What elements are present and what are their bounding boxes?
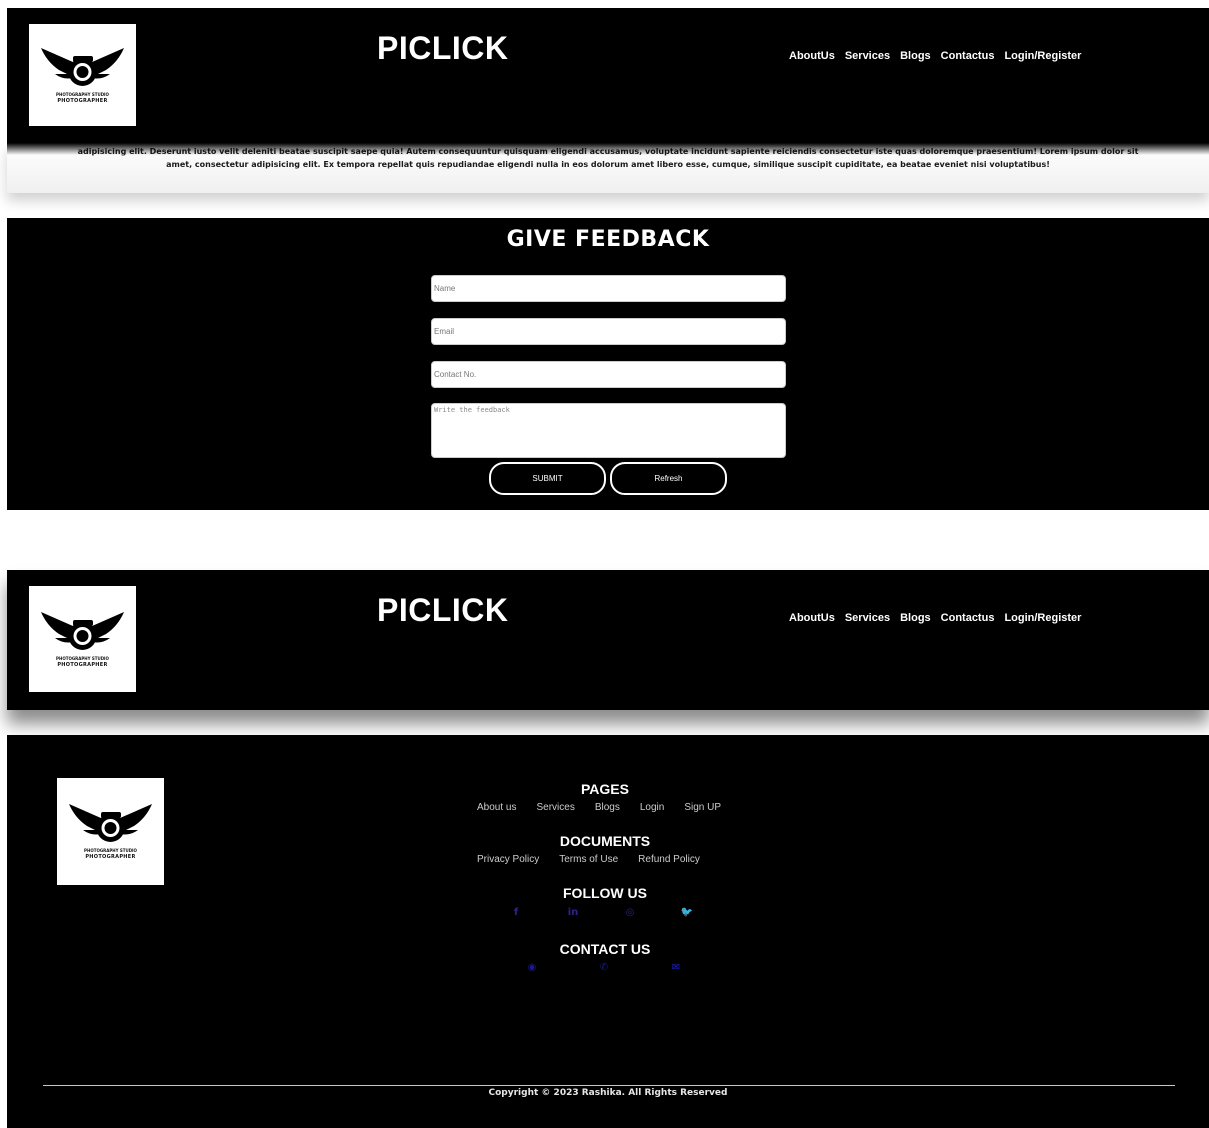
intro-text: adipisicing elit. Deserunt iusto velit d…: [7, 143, 1209, 193]
camera-wings-logo-icon: [41, 48, 124, 86]
logo-text: PHOTOGRAPHER: [85, 854, 136, 860]
nav-contactus[interactable]: Contactus: [941, 50, 995, 62]
instagram-icon[interactable]: ◎: [623, 906, 637, 920]
nav-blogs[interactable]: Blogs: [900, 50, 931, 62]
feedback-section: GIVE FEEDBACK SUBMIT Refresh: [7, 218, 1209, 510]
feedback-title: GIVE FEEDBACK: [506, 227, 710, 252]
follow-heading: FOLLOW US: [563, 885, 647, 901]
main-nav: AboutUs Services Blogs Contactus Login/R…: [789, 612, 1091, 624]
shadow-fade: [7, 143, 1209, 155]
camera-wings-logo-icon: [41, 612, 124, 650]
logo-text: PHOTOGRAPHER: [57, 98, 108, 104]
contact-input[interactable]: [431, 361, 786, 388]
footer-link-refund[interactable]: Refund Policy: [638, 854, 700, 865]
site-header-repeat: PHOTOGRAPHY STUDIO PHOTOGRAPHER PICLICK …: [7, 570, 1209, 710]
email-input[interactable]: [431, 318, 786, 345]
logo[interactable]: PHOTOGRAPHY STUDIO PHOTOGRAPHER: [29, 24, 136, 126]
intro-line-2: amet, consectetur adipisicing elit. Ex t…: [166, 160, 1050, 169]
feedback-textarea[interactable]: [431, 403, 786, 458]
nav-services[interactable]: Services: [845, 612, 890, 624]
facebook-icon[interactable]: f: [509, 906, 523, 920]
nav-login-register[interactable]: Login/Register: [1004, 50, 1081, 62]
site-header: PHOTOGRAPHY STUDIO PHOTOGRAPHER PICLICK …: [7, 8, 1209, 143]
footer-link-terms[interactable]: Terms of Use: [559, 854, 618, 865]
pages-links: About us Services Blogs Login Sign UP: [477, 802, 741, 813]
logo-text: PHOTOGRAPHER: [57, 662, 108, 668]
documents-links: Privacy Policy Terms of Use Refund Polic…: [477, 854, 720, 865]
logo[interactable]: PHOTOGRAPHY STUDIO PHOTOGRAPHER: [29, 586, 136, 692]
nav-services[interactable]: Services: [845, 50, 890, 62]
brand-title: PICLICK: [377, 592, 509, 628]
footer-divider: [43, 1085, 1175, 1086]
site-footer: PHOTOGRAPHY STUDIO PHOTOGRAPHER PAGES Ab…: [7, 735, 1209, 1128]
contact-heading: CONTACT US: [559, 941, 651, 957]
linkedin-icon[interactable]: in: [566, 906, 580, 920]
footer-link-services[interactable]: Services: [536, 802, 574, 813]
logo-tagline: PHOTOGRAPHY STUDIO: [56, 92, 109, 97]
pages-heading: PAGES: [581, 781, 629, 797]
social-icons: f in ◎ 🐦: [509, 906, 694, 920]
nav-aboutus[interactable]: AboutUs: [789, 50, 835, 62]
contact-icons: ◉ ✆ ✉: [525, 961, 683, 975]
location-icon[interactable]: ◉: [525, 961, 539, 975]
footer-link-privacy[interactable]: Privacy Policy: [477, 854, 539, 865]
email-icon[interactable]: ✉: [669, 961, 683, 975]
footer-link-blogs[interactable]: Blogs: [595, 802, 620, 813]
submit-button[interactable]: SUBMIT: [489, 462, 606, 495]
brand-title: PICLICK: [377, 30, 509, 66]
main-nav: AboutUs Services Blogs Contactus Login/R…: [789, 50, 1091, 62]
nav-aboutus[interactable]: AboutUs: [789, 612, 835, 624]
nav-contactus[interactable]: Contactus: [941, 612, 995, 624]
footer-link-login[interactable]: Login: [640, 802, 664, 813]
phone-icon[interactable]: ✆: [597, 961, 611, 975]
logo-tagline: PHOTOGRAPHY STUDIO: [56, 656, 109, 661]
nav-blogs[interactable]: Blogs: [900, 612, 931, 624]
twitter-icon[interactable]: 🐦: [680, 906, 694, 920]
name-input[interactable]: [431, 275, 786, 302]
nav-login-register[interactable]: Login/Register: [1004, 612, 1081, 624]
copyright-text: Copyright © 2023 Rashika. All Rights Res…: [488, 1088, 728, 1098]
footer-link-about[interactable]: About us: [477, 802, 516, 813]
refresh-button[interactable]: Refresh: [610, 462, 727, 495]
footer-link-signup[interactable]: Sign UP: [684, 802, 721, 813]
documents-heading: DOCUMENTS: [559, 833, 651, 849]
